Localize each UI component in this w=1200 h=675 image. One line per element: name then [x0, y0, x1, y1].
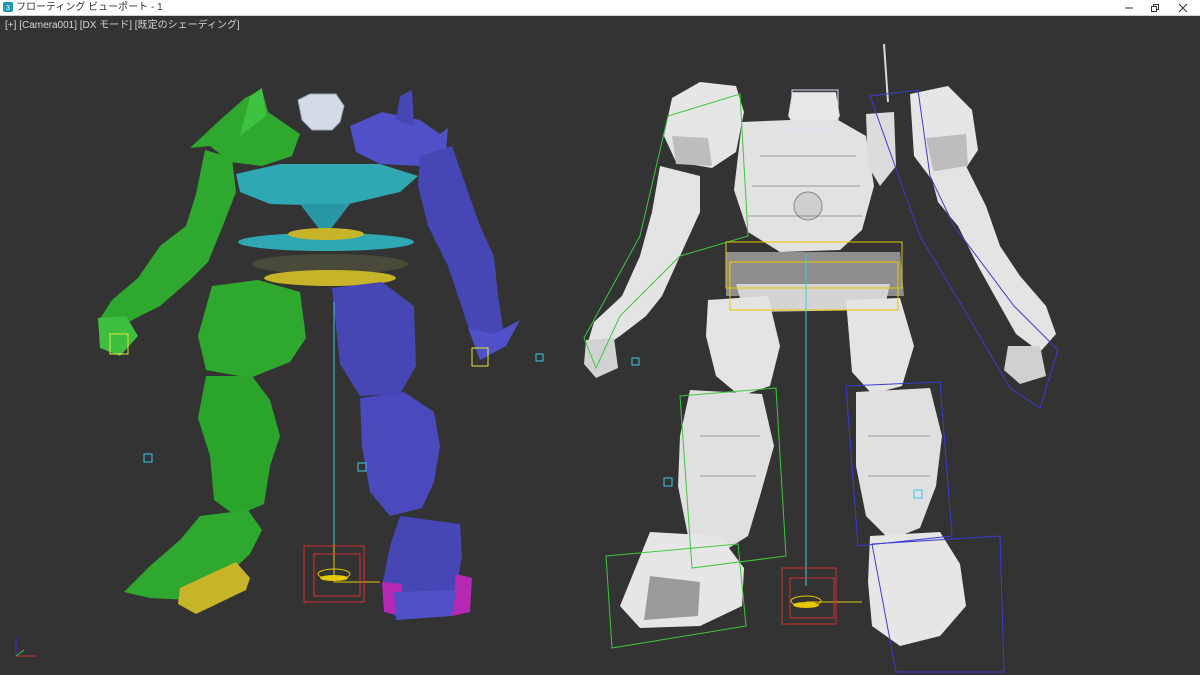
svg-text:3: 3	[6, 5, 10, 12]
low-poly-robot[interactable]	[98, 88, 520, 620]
app-window: 3 フローティング ビューポート - 1 [+] [Camera001] [DX…	[0, 0, 1200, 675]
viewport-scene[interactable]	[0, 16, 1200, 675]
app-icon: 3	[3, 2, 13, 12]
floating-viewport[interactable]: [+] [Camera001] [DX モード] [既定のシェーディング]	[0, 16, 1200, 675]
viewport-label: [+] [Camera001] [DX モード] [既定のシェーディング]	[5, 20, 240, 32]
viewport-camera-label[interactable]: [Camera001]	[19, 20, 77, 31]
minimize-icon	[1125, 7, 1133, 8]
window-title: フローティング ビューポート - 1	[16, 2, 163, 13]
restore-button[interactable]	[1140, 0, 1170, 15]
title-bar[interactable]: 3 フローティング ビューポート - 1	[0, 0, 1200, 16]
viewport-mode-label[interactable]: [DX モード]	[80, 20, 132, 31]
restore-icon	[1151, 3, 1159, 12]
viewport-shading-label[interactable]: [既定のシェーディング]	[135, 20, 240, 31]
axis-tripod-icon	[15, 636, 36, 657]
close-icon	[1178, 3, 1188, 12]
close-button[interactable]	[1168, 0, 1198, 15]
viewport-menu-plus[interactable]: [+]	[5, 20, 16, 31]
